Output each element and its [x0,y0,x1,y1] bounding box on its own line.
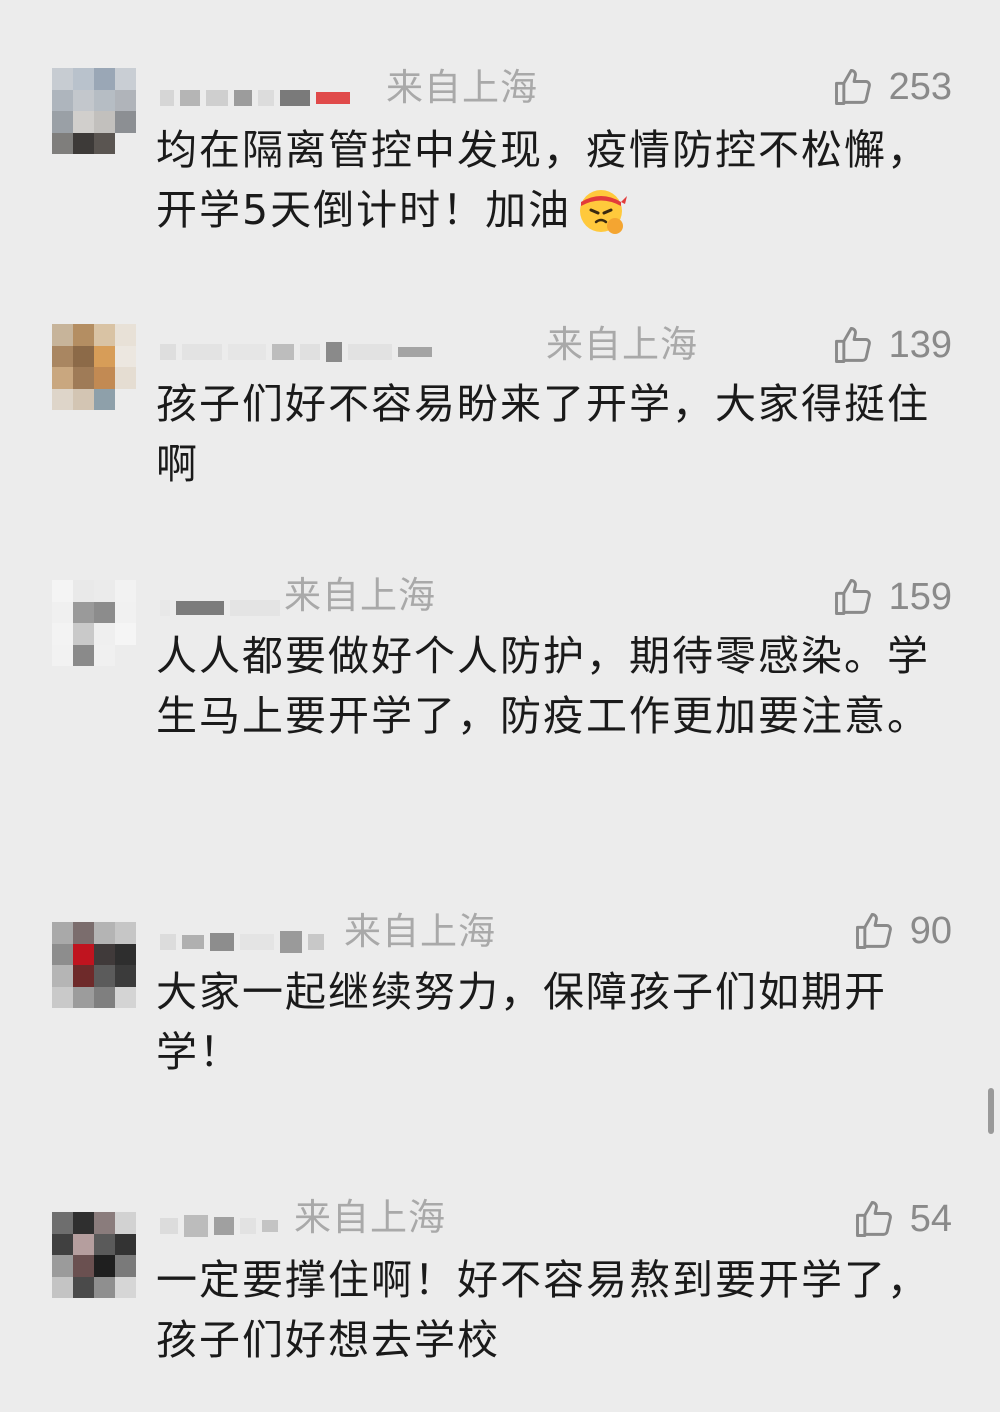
comment-text: 孩子们好不容易盼来了开学，大家得挺住啊 [156,380,930,488]
like-count: 253 [888,65,952,108]
location-label: 来自上海 [284,574,436,617]
location-label: 来自上海 [386,66,538,109]
location-label: 来自上海 [344,910,496,953]
like-button[interactable]: 54 [852,1194,952,1244]
like-count: 54 [909,1197,952,1240]
like-count: 90 [909,909,952,952]
username-blurred[interactable] [160,590,280,626]
scrollbar[interactable] [988,1088,994,1134]
like-count: 159 [888,575,952,618]
thumbs-up-outline-icon [855,1201,892,1237]
username-blurred[interactable] [160,1208,278,1244]
thumbs-up-outline-icon [834,327,871,363]
like-button[interactable]: 90 [852,906,952,956]
avatar[interactable] [52,922,136,1008]
like-button[interactable]: 159 [831,572,952,622]
username-blurred[interactable] [160,80,350,116]
like-button[interactable]: 139 [831,320,952,370]
avatar[interactable] [52,324,136,410]
avatar[interactable] [52,68,136,154]
thumbs-up-outline-icon [855,913,892,949]
avatar[interactable] [52,580,136,666]
comment-text: 人人都要做好个人防护，期待零感染。学生马上要开学了，防疫工作更加要注意。 [156,632,930,740]
angry-face-with-headband-icon [580,190,628,234]
avatar[interactable] [52,1212,136,1298]
thumbs-up-outline-icon [834,579,871,615]
comment-text: 一定要撑住啊！好不容易熬到要开学了，孩子们好想去学校 [156,1256,930,1364]
comment-text: 大家一起继续努力，保障孩子们如期开学！ [156,968,887,1076]
like-count: 139 [888,323,952,366]
thumbs-up-outline-icon [834,69,871,105]
username-blurred[interactable] [160,924,324,960]
comment-text: 均在隔离管控中发现，疫情防控不松懈，开学5天倒计时！加油 [156,126,930,234]
username-blurred[interactable] [160,334,432,370]
location-label: 来自上海 [294,1196,446,1239]
location-label: 来自上海 [546,323,698,366]
like-button[interactable]: 253 [831,62,952,112]
